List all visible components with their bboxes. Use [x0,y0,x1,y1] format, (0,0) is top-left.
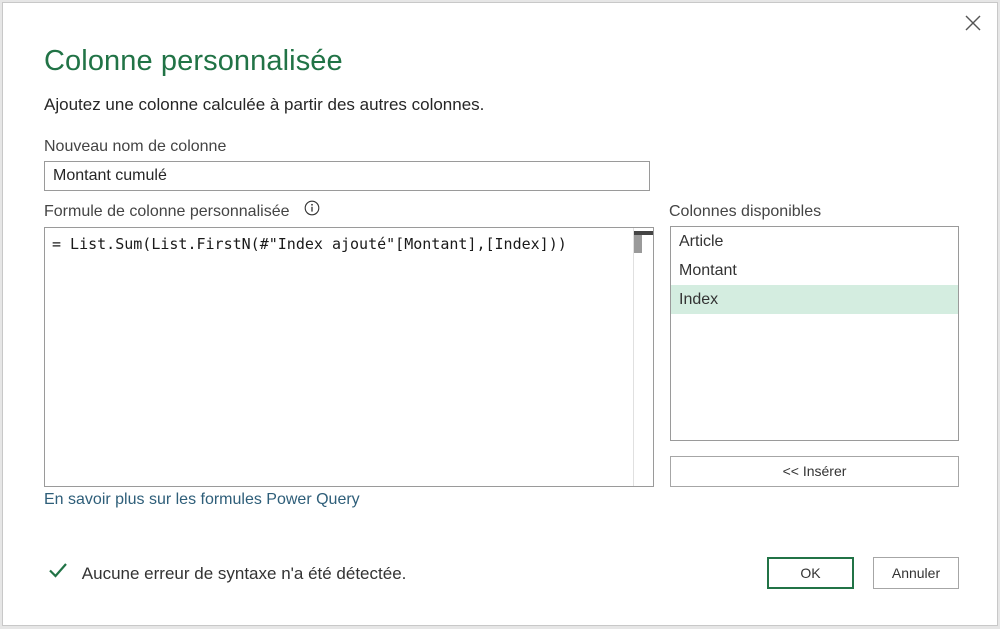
dialog-title: Colonne personnalisée [44,45,343,77]
column-item-index[interactable]: Index [671,285,958,314]
column-name-label: Nouveau nom de colonne [44,138,227,155]
custom-column-dialog: Colonne personnalisée Ajoutez une colonn… [2,2,998,626]
ok-button[interactable]: OK [767,557,854,589]
formula-label: Formule de colonne personnalisée [44,203,290,221]
formula-text[interactable]: = List.Sum(List.FirstN(#"Index ajouté"[M… [52,235,567,253]
dialog-subtitle: Ajoutez une colonne calculée à partir de… [44,95,485,114]
learn-more-link[interactable]: En savoir plus sur les formules Power Qu… [44,491,360,509]
syntax-status-text: Aucune erreur de syntaxe n'a été détecté… [81,564,407,583]
available-columns-list[interactable]: Article Montant Index [670,226,959,441]
insert-button[interactable]: << Insérer [670,456,959,487]
info-icon[interactable] [304,200,320,221]
checkmark-icon [48,561,68,584]
formula-editor[interactable]: = List.Sum(List.FirstN(#"Index ajouté"[M… [44,227,654,487]
column-item-montant[interactable]: Montant [671,256,958,285]
formula-scrollbar[interactable] [633,228,653,486]
column-name-input[interactable] [44,161,650,191]
cancel-button[interactable]: Annuler [873,557,959,589]
available-columns-label: Colonnes disponibles [669,203,822,220]
scrollbar-thumb[interactable] [634,235,642,253]
column-item-article[interactable]: Article [671,227,958,256]
close-icon[interactable] [963,13,983,33]
syntax-status: Aucune erreur de syntaxe n'a été détecté… [48,561,407,584]
formula-label-row: Formule de colonne personnalisée [44,200,320,221]
